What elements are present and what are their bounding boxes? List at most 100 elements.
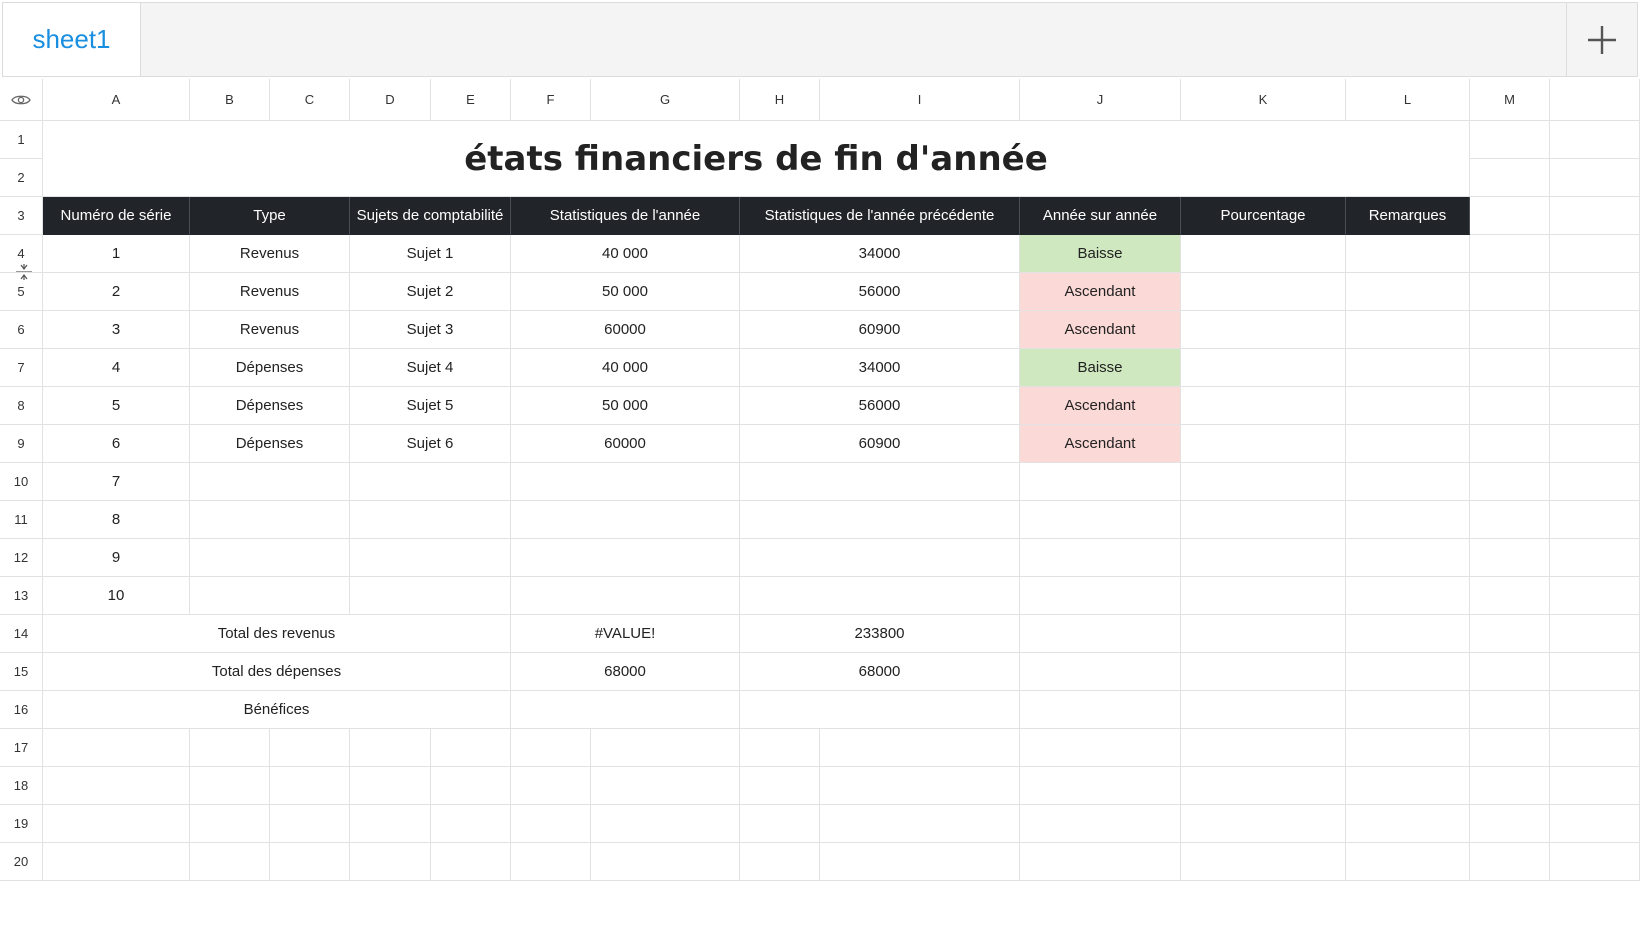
serial-number-cell[interactable]: 10 [43,577,190,615]
header-cell[interactable]: Pourcentage [1181,197,1346,235]
header-cell[interactable]: Année sur année [1020,197,1181,235]
type-cell[interactable]: Revenus [190,235,350,273]
column-header-a[interactable]: A [43,79,190,121]
serial-number-cell[interactable]: 9 [43,539,190,577]
remarks-cell[interactable] [1346,235,1470,273]
column-header-k[interactable]: K [1181,79,1346,121]
table-cell[interactable] [1470,463,1550,501]
sheet-title[interactable]: états financiers de fin d'année [43,121,1470,197]
serial-number-cell[interactable]: 3 [43,311,190,349]
yoy-cell[interactable] [1020,463,1181,501]
percentage-cell[interactable] [1181,501,1346,539]
subject-cell[interactable]: Sujet 4 [350,349,511,387]
row-header-5[interactable]: 5 [0,273,43,311]
empty-cell[interactable] [190,767,270,805]
row-header-14[interactable]: 14 [0,615,43,653]
table-cell[interactable] [1470,387,1550,425]
empty-cell[interactable] [511,729,591,767]
row-header-16[interactable]: 16 [0,691,43,729]
empty-cell[interactable] [740,805,820,843]
row-header-15[interactable]: 15 [0,653,43,691]
yoy-cell[interactable]: Ascendant [1020,273,1181,311]
year-stat-cell[interactable] [511,539,740,577]
serial-number-cell[interactable]: 1 [43,235,190,273]
yoy-cell[interactable]: Baisse [1020,235,1181,273]
table-cell[interactable] [1550,653,1640,691]
empty-cell[interactable] [1346,805,1470,843]
remarks-cell[interactable] [1346,311,1470,349]
table-cell[interactable] [1470,539,1550,577]
yoy-cell[interactable] [1020,501,1181,539]
subject-cell[interactable]: Sujet 5 [350,387,511,425]
column-header-j[interactable]: J [1020,79,1181,121]
empty-cell[interactable] [350,843,431,881]
empty-cell[interactable] [591,843,740,881]
table-cell[interactable] [1346,615,1470,653]
subject-cell[interactable]: Sujet 6 [350,425,511,463]
subject-cell[interactable] [350,463,511,501]
empty-cell[interactable] [1470,767,1550,805]
percentage-cell[interactable] [1181,577,1346,615]
table-cell[interactable] [1470,197,1550,235]
subject-cell[interactable] [350,577,511,615]
type-cell[interactable]: Dépenses [190,349,350,387]
table-cell[interactable] [1550,121,1640,159]
column-header-h[interactable]: H [740,79,820,121]
empty-cell[interactable] [1020,767,1181,805]
serial-number-cell[interactable]: 4 [43,349,190,387]
remarks-cell[interactable] [1346,273,1470,311]
column-header-d[interactable]: D [350,79,431,121]
header-cell[interactable]: Statistiques de l'année précédente [740,197,1020,235]
empty-cell[interactable] [1550,843,1640,881]
empty-cell[interactable] [1020,729,1181,767]
empty-cell[interactable] [820,805,1020,843]
empty-cell[interactable] [1550,729,1640,767]
subject-cell[interactable]: Sujet 3 [350,311,511,349]
table-cell[interactable] [1550,387,1640,425]
empty-cell[interactable] [43,767,190,805]
row-header-4[interactable]: 4 [0,235,43,273]
empty-cell[interactable] [43,843,190,881]
type-cell[interactable]: Dépenses [190,387,350,425]
table-cell[interactable] [1470,273,1550,311]
total-label-cell[interactable]: Bénéfices [43,691,511,729]
table-cell[interactable] [1470,121,1550,159]
percentage-cell[interactable] [1181,235,1346,273]
percentage-cell[interactable] [1181,539,1346,577]
type-cell[interactable] [190,463,350,501]
column-header-b[interactable]: B [190,79,270,121]
row-header-19[interactable]: 19 [0,805,43,843]
type-cell[interactable] [190,577,350,615]
table-cell[interactable] [1550,197,1640,235]
percentage-cell[interactable] [1181,311,1346,349]
total-label-cell[interactable]: Total des dépenses [43,653,511,691]
column-header-i[interactable]: I [820,79,1020,121]
table-cell[interactable] [1550,691,1640,729]
total-prev-year-cell[interactable]: 68000 [740,653,1020,691]
subject-cell[interactable] [350,501,511,539]
table-cell[interactable] [1550,539,1640,577]
empty-cell[interactable] [270,729,350,767]
empty-cell[interactable] [591,729,740,767]
empty-cell[interactable] [1346,767,1470,805]
empty-cell[interactable] [270,805,350,843]
prev-year-stat-cell[interactable]: 56000 [740,387,1020,425]
year-stat-cell[interactable]: 40 000 [511,235,740,273]
empty-cell[interactable] [1470,805,1550,843]
empty-cell[interactable] [511,805,591,843]
table-cell[interactable] [1020,691,1181,729]
sheet-tab-sheet1[interactable]: sheet1 [3,3,141,76]
empty-cell[interactable] [740,843,820,881]
remarks-cell[interactable] [1346,463,1470,501]
remarks-cell[interactable] [1346,425,1470,463]
row-header-17[interactable]: 17 [0,729,43,767]
empty-cell[interactable] [740,729,820,767]
remarks-cell[interactable] [1346,539,1470,577]
yoy-cell[interactable]: Baisse [1020,349,1181,387]
subject-cell[interactable]: Sujet 1 [350,235,511,273]
table-cell[interactable] [1550,463,1640,501]
header-cell[interactable]: Sujets de comptabilité [350,197,511,235]
type-cell[interactable] [190,539,350,577]
prev-year-stat-cell[interactable] [740,501,1020,539]
header-cell[interactable]: Statistiques de l'année [511,197,740,235]
